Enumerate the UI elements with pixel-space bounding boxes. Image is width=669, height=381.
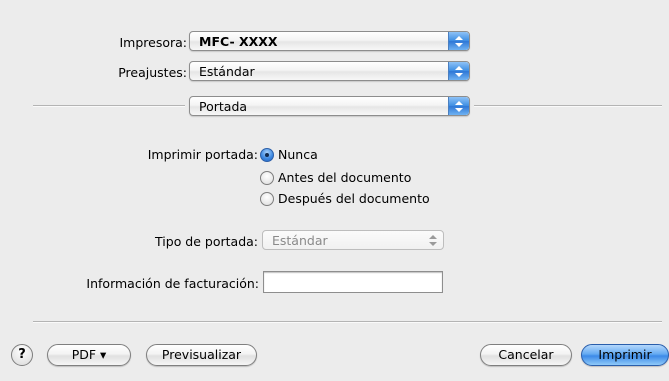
radio-selected-icon xyxy=(260,148,274,162)
presets-value: Estándar xyxy=(199,64,255,79)
radio-before-label: Antes del documento xyxy=(278,170,412,185)
radio-never-label: Nunca xyxy=(278,147,318,162)
radio-unselected-icon xyxy=(260,192,274,206)
cover-type-value: Estándar xyxy=(272,233,328,248)
preview-button[interactable]: Previsualizar xyxy=(146,344,257,366)
panel-popup[interactable]: Portada xyxy=(189,96,470,116)
radio-after-label: Después del documento xyxy=(278,191,430,206)
billing-field[interactable] xyxy=(263,271,443,293)
separator-left xyxy=(33,105,185,106)
cover-type-label: Tipo de portada: xyxy=(155,234,258,249)
radio-unselected-icon xyxy=(260,171,274,185)
printer-label: Impresora: xyxy=(119,35,187,50)
popup-arrows-icon xyxy=(448,62,469,80)
popup-arrows-icon xyxy=(448,97,469,115)
cancel-button[interactable]: Cancelar xyxy=(480,344,572,366)
pdf-button[interactable]: PDF ▾ xyxy=(47,344,131,366)
popup-arrows-icon xyxy=(448,32,469,50)
printer-value: MFC- XXXX xyxy=(199,34,278,49)
presets-popup[interactable]: Estándar xyxy=(189,61,470,81)
printer-popup[interactable]: MFC- XXXX xyxy=(189,31,470,51)
help-button[interactable]: ? xyxy=(11,344,33,366)
separator-bottom xyxy=(33,321,662,322)
separator-right xyxy=(474,105,662,106)
print-button[interactable]: Imprimir xyxy=(581,344,669,366)
popup-arrows-icon xyxy=(423,231,443,249)
panel-value: Portada xyxy=(199,99,248,114)
print-cover-label: Imprimir portada: xyxy=(147,147,258,162)
presets-label: Preajustes: xyxy=(118,65,187,80)
billing-label: Información de facturación: xyxy=(86,276,259,291)
cover-type-popup[interactable]: Estándar xyxy=(262,230,444,250)
